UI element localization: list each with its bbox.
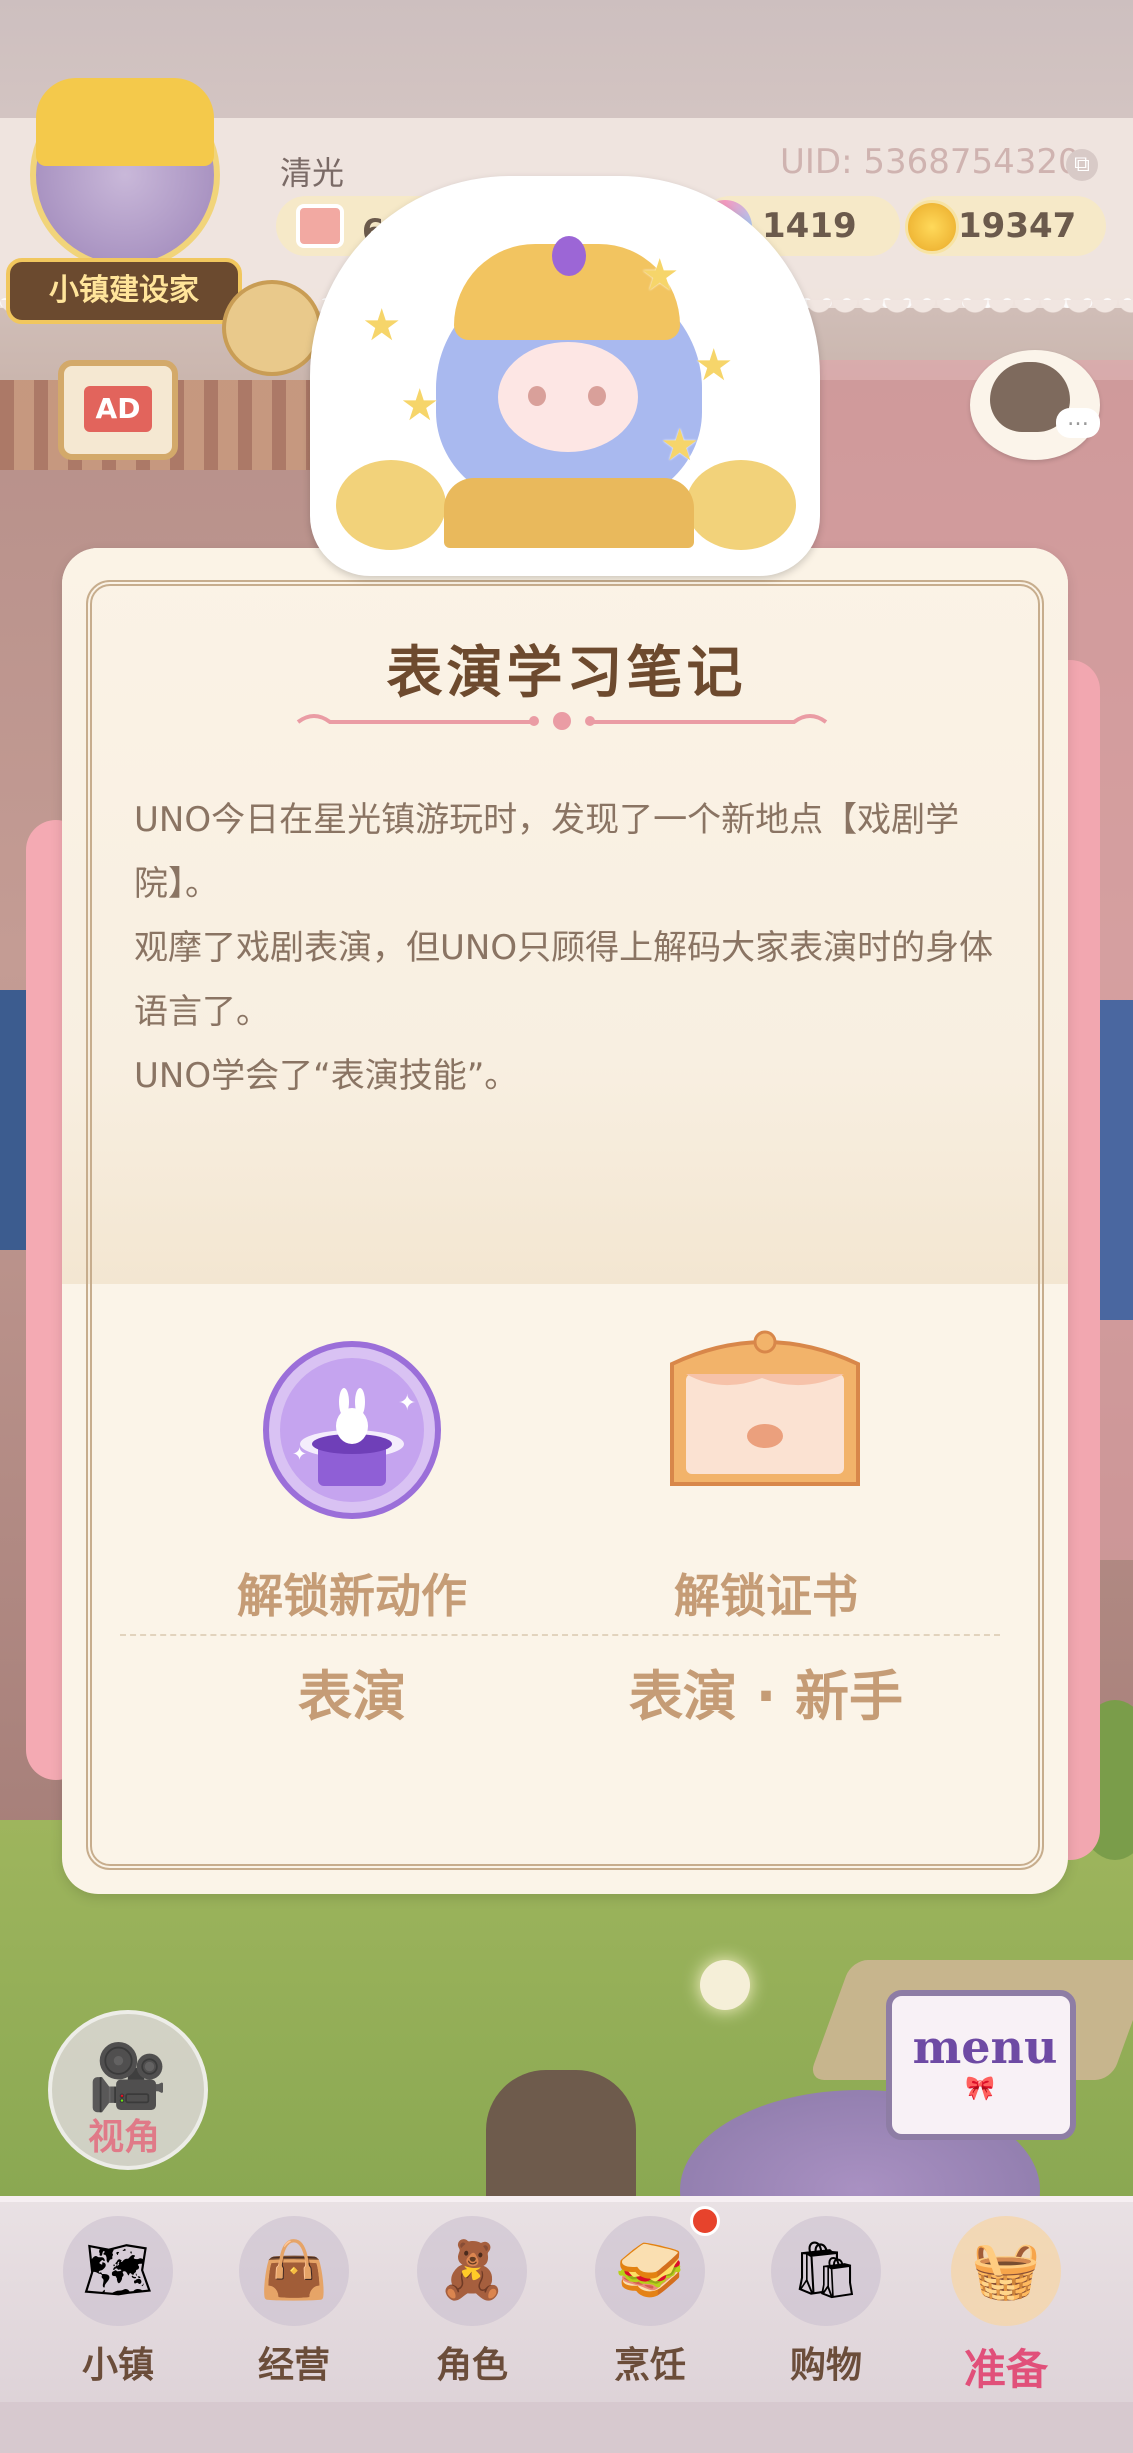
player-name: 清光 [280,154,345,192]
nav-item-town[interactable]: 🗺 小镇 [28,2198,208,2398]
chat-bubble-icon: … [1056,408,1100,438]
title-ribbon-ornament [296,712,828,730]
character-face [498,342,638,452]
shop-bag-icon: 👜 [239,2216,349,2326]
nav-item-business[interactable]: 👜 经营 [204,2198,384,2398]
reward-value-certificate: 表演 · 新手 [628,1665,904,1728]
menu-label: menu [912,2020,1058,2074]
svg-text:✦: ✦ [292,1444,307,1465]
modal-paragraph: 观摩了戏剧表演，但UNO只顾得上解码大家表演时的身体语言了。 [134,928,994,1032]
picnic-basket-icon: 🧺 [951,2216,1061,2326]
coin-count: 19347 [958,206,1077,246]
nav-label: 角色 [435,2345,508,2386]
avatar-title-badge: 小镇建设家 [6,258,242,324]
nav-label: 经营 [257,2345,330,2386]
npc-portrait[interactable] [222,280,322,376]
shopping-bag-icon: 🛍 [771,2216,881,2326]
gem-count: 1419 [762,206,857,246]
character-eye [588,386,606,406]
lamp-icon [336,460,446,550]
svg-text:✦: ✦ [398,1391,416,1416]
nav-item-character[interactable]: 🧸 角色 [382,2198,562,2398]
copy-uid-icon[interactable]: ⧉ [1066,149,1098,181]
modal-title: 表演学习笔记 [386,641,747,706]
star-icon: ★ [400,380,440,431]
character-icon: 🧸 [417,2216,527,2326]
scene-lamppost [486,2070,636,2210]
reward-divider [120,1634,1000,1636]
camera-view-label: 视角 [88,2117,161,2158]
ad-tv-icon: AD [84,386,152,432]
reward-label-certificate: 解锁证书 [674,1569,858,1623]
star-icon: ★ [362,300,402,351]
star-icon: ★ [660,420,700,471]
nav-label: 小镇 [81,2345,154,2386]
star-icon: ★ [694,340,734,391]
star-icon: ★ [640,250,680,301]
coin-icon [905,200,959,254]
nav-label-active: 准备 [963,2345,1048,2394]
modal-body: UNO今日在星光镇游玩时，发现了一个新地点【戏剧学院】。 观摩了戏剧表演，但UN… [134,788,994,1108]
stage-certificate-icon [670,1330,860,1486]
magic-hat-icon: ✦ ✦ [263,1341,441,1519]
calendar-icon [296,204,344,248]
modal-paragraph: UNO学会了“表演技能”。 [134,1056,519,1096]
character-eye [528,386,546,406]
nav-item-prepare[interactable]: 🧺 准备 [916,2198,1096,2398]
nav-label: 烹饪 [613,2345,686,2386]
nav-label: 购物 [789,2345,862,2386]
scene-garden-lamp [700,1960,750,2010]
cooking-icon: 🥪 [595,2216,705,2326]
map-icon: 🗺 [63,2216,173,2326]
bottom-strip [0,2402,1133,2453]
lamp-icon [686,460,796,550]
crown-icon [36,78,214,166]
modal-paragraph: UNO今日在星光镇游玩时，发现了一个新地点【戏剧学院】。 [134,800,960,904]
nav-item-shopping[interactable]: 🛍 购物 [736,2198,916,2398]
bow-icon: 🎀 [965,2074,995,2102]
hat-gem-icon [552,236,586,276]
uid-label: UID: 5368754320 [780,142,1080,182]
reward-value-action: 表演 [298,1665,406,1728]
reward-label-action: 解锁新动作 [237,1569,467,1623]
magic-table [444,478,694,548]
notification-badge [690,2206,720,2236]
